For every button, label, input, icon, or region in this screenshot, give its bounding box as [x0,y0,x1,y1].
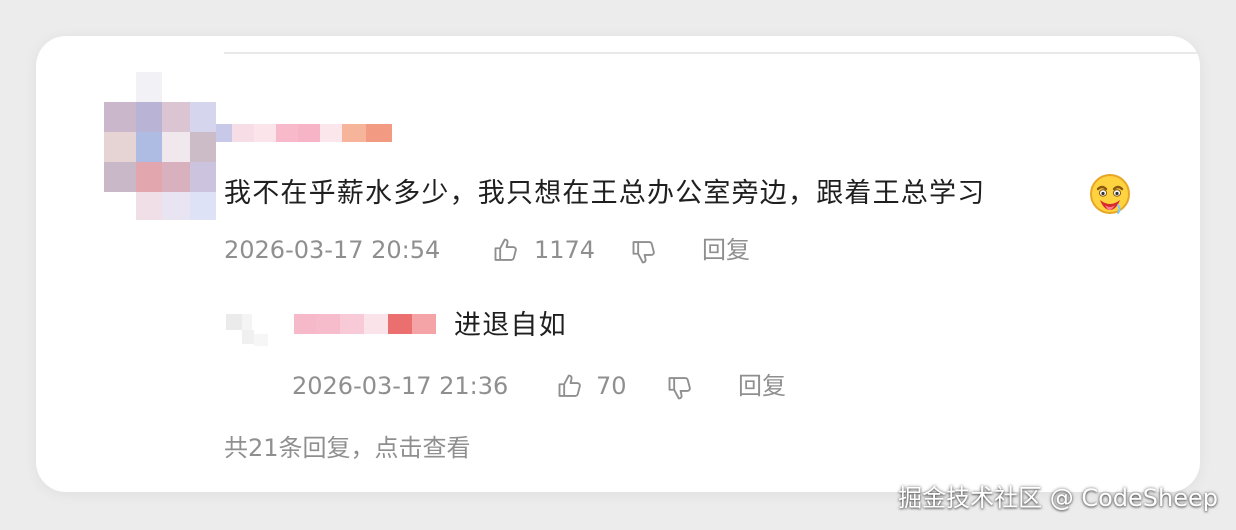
thumb-up-icon[interactable] [492,236,520,264]
name-pixel [294,314,316,334]
avatar[interactable] [104,72,216,220]
avatar-pixel [190,102,216,132]
avatar-pixel [136,162,162,192]
avatar-pixel [162,192,190,220]
comment-card: 我不在乎薪水多少，我只想在王总办公室旁边，跟着王总学习 2026-03-17 2… [36,36,1200,492]
name-pixel [366,124,392,142]
reply-reply-button[interactable]: 回复 [738,368,786,404]
drooling-face-emoji [1090,174,1130,214]
name-pixel [342,124,366,142]
avatar-pixel [162,162,190,192]
name-pixel [388,314,412,334]
avatar-pixel [162,132,190,162]
avatar-pixel [136,102,162,132]
avatar-pixel [190,132,216,162]
avatar-pixel [136,192,162,220]
comment-meta: 2026-03-17 20:54 1174 回复 [224,232,784,268]
avatar-pixel [242,330,254,344]
name-pixel [340,314,364,334]
comment-reply-button[interactable]: 回复 [702,232,750,268]
avatar-pixel [162,102,190,132]
thumb-up-icon[interactable] [556,372,584,400]
reply-like-count: 70 [596,372,627,400]
avatar-pixel [226,314,242,330]
name-pixel [232,124,254,142]
avatar-pixel [104,162,136,192]
reply-timestamp: 2026-03-17 21:36 [292,372,509,400]
name-pixel [412,314,436,334]
name-pixel [216,124,232,142]
reply-author-name[interactable] [294,314,436,336]
avatar-pixel [190,162,216,192]
name-pixel [276,124,298,142]
name-pixel [364,314,388,334]
author-name[interactable] [216,124,392,142]
avatar-pixel [242,314,252,330]
comment-text: 我不在乎薪水多少，我只想在王总办公室旁边，跟着王总学习 [224,178,986,209]
avatar-pixel [190,192,216,220]
reply-text: 进退自如 [454,310,567,341]
see-more-replies-link[interactable]: 共21条回复，点击查看 [224,432,471,464]
comment-like-count: 1174 [534,236,596,264]
avatar-pixel [136,72,162,102]
avatar-pixel [254,334,268,346]
reply-avatar[interactable] [224,310,274,350]
thumb-down-icon[interactable] [666,374,694,402]
divider [224,52,1200,54]
name-pixel [254,124,276,142]
thumb-down-icon[interactable] [630,238,658,266]
reply-meta: 2026-03-17 21:36 70 回复 [292,368,812,404]
comment-timestamp: 2026-03-17 20:54 [224,236,441,264]
avatar-pixel [136,132,162,162]
avatar-pixel [104,102,136,132]
name-pixel [320,124,342,142]
name-pixel [298,124,320,142]
watermark: 掘金技术社区 @ CodeSheep [898,484,1218,512]
avatar-pixel [104,132,136,162]
name-pixel [316,314,340,334]
